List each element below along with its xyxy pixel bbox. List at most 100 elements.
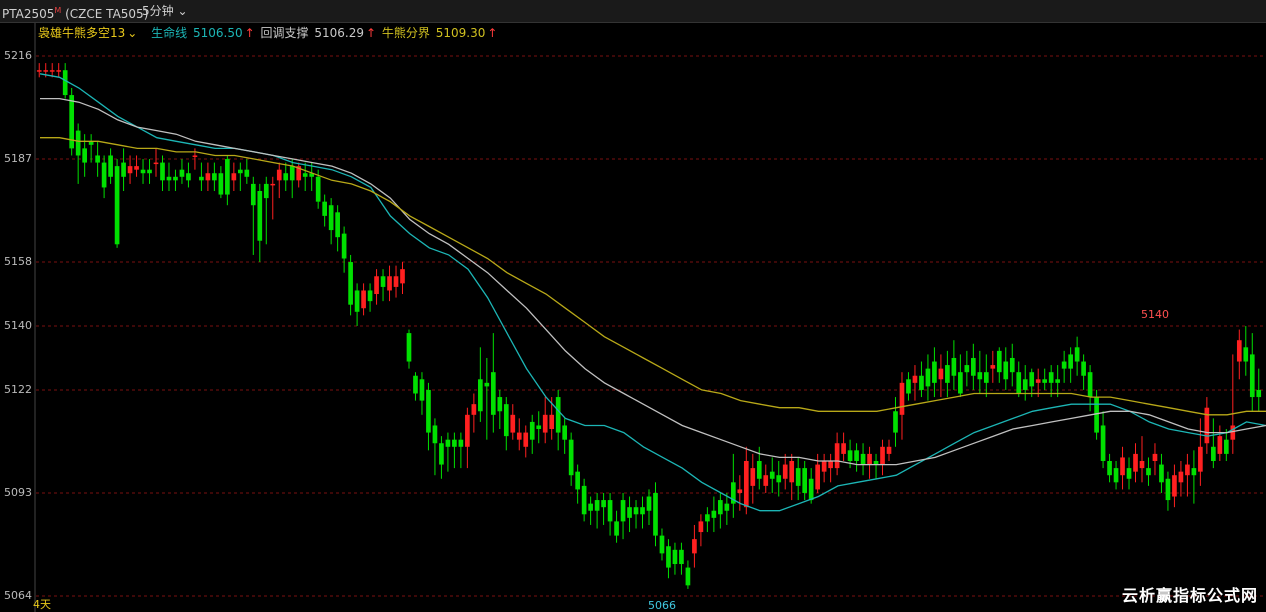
candle-body <box>549 414 555 430</box>
candle-body <box>971 357 976 376</box>
candle-body <box>529 421 535 440</box>
candle-body <box>568 439 574 476</box>
chevron-down-icon[interactable]: ⌄ <box>127 26 137 40</box>
candle-body <box>490 372 496 415</box>
candle-body <box>718 500 723 515</box>
candle-body <box>380 276 386 287</box>
candle-body <box>1243 347 1249 362</box>
candle-body <box>95 155 100 163</box>
period-selector[interactable]: 5分钟 ⌄ <box>142 0 188 22</box>
candle-body <box>393 276 399 287</box>
candle-body <box>1081 361 1086 376</box>
candle-body <box>724 503 730 511</box>
price-axis[interactable]: 5216 5187 5158 5140 5122 5093 5064 <box>0 22 36 612</box>
candle-body <box>523 432 529 447</box>
y-tick-label: 5064 <box>4 589 32 602</box>
price-gridlines <box>34 22 1266 612</box>
candle-body <box>899 382 905 415</box>
legend-split-value: 5109.30 <box>435 26 486 40</box>
candle-body <box>802 468 808 493</box>
candle-body <box>315 176 321 202</box>
candle-body <box>354 290 360 312</box>
candle-body <box>951 357 957 376</box>
candle-body <box>698 521 704 533</box>
candle-body <box>374 276 379 295</box>
candle-body <box>276 169 282 181</box>
candle-body <box>562 425 568 440</box>
candle-body <box>218 173 224 195</box>
candle-body <box>685 567 691 586</box>
candle-body <box>711 510 717 518</box>
candle-body <box>56 70 62 72</box>
candle-body <box>867 453 872 465</box>
candle-body <box>114 166 120 245</box>
candle-body <box>1003 361 1009 380</box>
candle-body <box>906 379 911 394</box>
candle-body <box>516 432 522 440</box>
indicator-name[interactable]: 袅雄牛熊多空13 <box>38 26 125 40</box>
candle-body <box>322 201 327 216</box>
candle-body <box>75 130 81 156</box>
candle-body <box>1126 468 1132 479</box>
candle-body <box>140 169 146 174</box>
candle-body <box>672 549 678 565</box>
candle-body <box>302 173 308 177</box>
candle-body <box>750 468 756 486</box>
candle-body <box>43 70 49 72</box>
candle-body <box>36 70 42 72</box>
legend-pullback-label: 回调支撑 <box>260 26 309 40</box>
candle-body <box>893 411 898 433</box>
candle-body <box>1016 372 1022 394</box>
candle-body <box>458 439 464 447</box>
candle-body <box>1211 446 1216 461</box>
indicator-line <box>39 73 1266 512</box>
arrow-up-icon: ↑ <box>366 26 377 40</box>
y-tick-label: 5158 <box>4 255 32 269</box>
candle-body <box>886 446 892 454</box>
candle-body <box>387 276 392 291</box>
candle-body <box>192 155 198 157</box>
candle-body <box>743 461 749 508</box>
candle-body <box>1249 354 1255 398</box>
candle-body <box>225 159 230 195</box>
candle-body <box>1256 389 1262 398</box>
candle-body <box>1133 453 1138 472</box>
price-annotation: 5140 <box>1141 308 1169 321</box>
candle-body <box>465 414 470 447</box>
candlestick-chart[interactable]: 5140 5066 <box>0 0 1266 612</box>
candle-body <box>263 183 269 199</box>
candle-body <box>925 368 931 387</box>
candle-body <box>445 439 451 447</box>
y-tick-label: 5140 <box>4 319 32 332</box>
candle-body <box>173 176 178 181</box>
candle-body <box>640 507 645 515</box>
candle-body <box>808 478 814 501</box>
legend-life-value: 5106.50 <box>193 26 243 40</box>
candle-body <box>153 162 159 165</box>
candle-body <box>912 375 918 383</box>
chevron-down-icon: ⌄ <box>177 4 188 18</box>
candle-body <box>1061 361 1067 369</box>
candle-body <box>983 372 989 383</box>
candle-body <box>205 173 211 181</box>
candle-body <box>1165 478 1171 501</box>
candle-body <box>828 461 833 469</box>
candle-body <box>199 176 204 181</box>
candle-body <box>231 173 237 181</box>
candle-body <box>1217 436 1223 454</box>
main-contract-mark: M <box>54 6 62 15</box>
chart-header: PTA2505M (CZCE TA505) 5分钟 ⌄ <box>0 0 1266 23</box>
candle-body <box>361 290 366 309</box>
arrow-up-icon: ↑ <box>244 26 255 40</box>
candle-body <box>283 173 289 181</box>
candle-body <box>250 183 256 206</box>
legend-life-label: 生命线 <box>151 26 188 40</box>
candle-body <box>958 372 963 394</box>
watermark-text: 云析赢指标公式网 <box>1121 586 1258 605</box>
y-tick-label: 5216 <box>4 49 32 62</box>
candle-body <box>503 404 509 437</box>
candle-body <box>452 439 457 447</box>
candle-body <box>289 166 295 181</box>
candle-body <box>659 535 665 554</box>
candle-body <box>705 514 710 522</box>
